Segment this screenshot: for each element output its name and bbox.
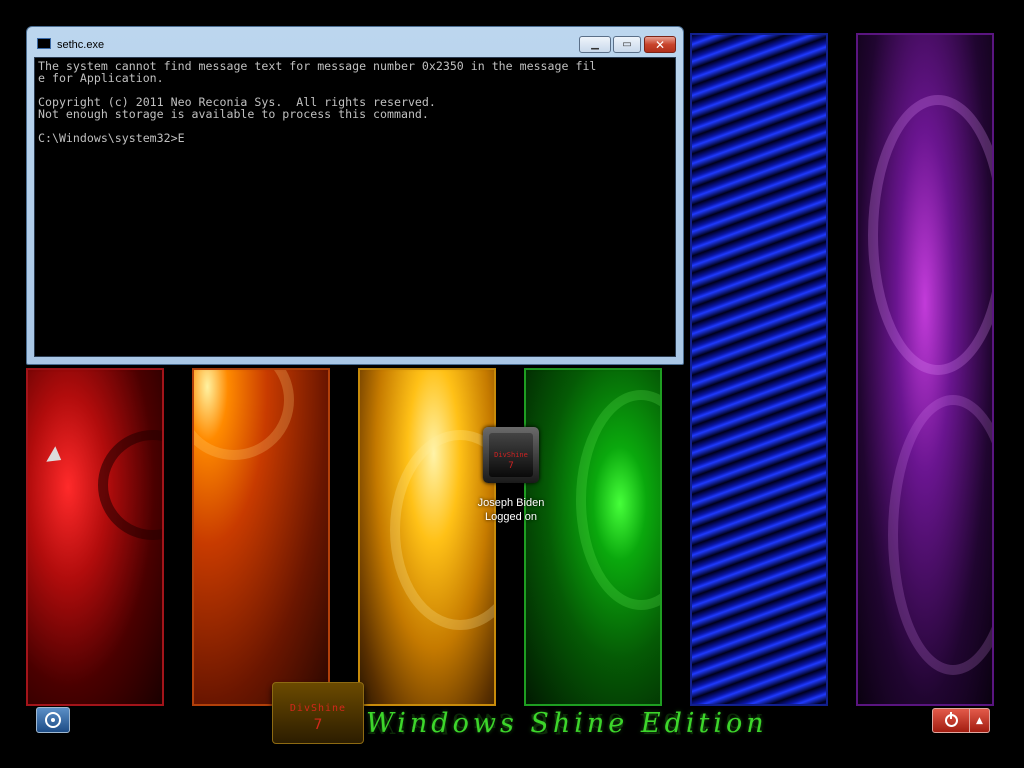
user-picture-frame: DivShine 7 [483,427,539,483]
maximize-icon: ▭ [622,39,632,50]
console-text: The system cannot find message text for … [38,59,597,145]
wallpaper-panel-purple [856,33,994,706]
wallpaper-panel-red [26,368,164,706]
power-icon [944,712,958,727]
console-app-icon [37,38,51,49]
minimize-button[interactable]: ▁ [579,36,611,53]
close-icon: ✕ [654,37,666,52]
edition-title-reflection: Windows Shine Edition [366,707,768,738]
user-avatar-number: 7 [508,461,514,471]
wallpaper-panel-orange [192,368,330,706]
wallpaper-panel-blue [690,33,828,706]
brand-logo: DivShine 7 [272,682,364,744]
ease-of-access-button[interactable] [36,707,70,733]
title-bar[interactable]: sethc.exe ▁ ▭ ✕ [27,27,683,57]
user-avatar-label: DivShine [494,451,528,459]
console-window[interactable]: sethc.exe ▁ ▭ ✕ The system cannot find m… [26,26,684,365]
console-output[interactable]: The system cannot find message text for … [34,57,676,357]
ease-of-access-icon [45,712,61,728]
chevron-up-icon: ▲ [976,715,983,726]
maximize-button[interactable]: ▭ [613,36,641,53]
wallpaper-panel-yellow [358,368,496,706]
user-name[interactable]: Joseph Biden [440,497,582,509]
user-status: Logged on [485,511,537,523]
shutdown-control[interactable]: ▲ [932,708,990,733]
close-button[interactable]: ✕ [644,36,676,53]
user-tile[interactable]: DivShine 7 [483,427,539,483]
shutdown-button[interactable] [932,708,970,733]
shutdown-options-button[interactable]: ▲ [970,708,990,733]
brand-logo-label: DivShine [289,703,347,714]
brand-logo-number: 7 [313,717,323,733]
window-title: sethc.exe [57,39,105,51]
user-avatar: DivShine 7 [489,433,533,477]
wallpaper-panel-green [524,368,662,706]
minimize-icon: ▁ [591,39,599,50]
